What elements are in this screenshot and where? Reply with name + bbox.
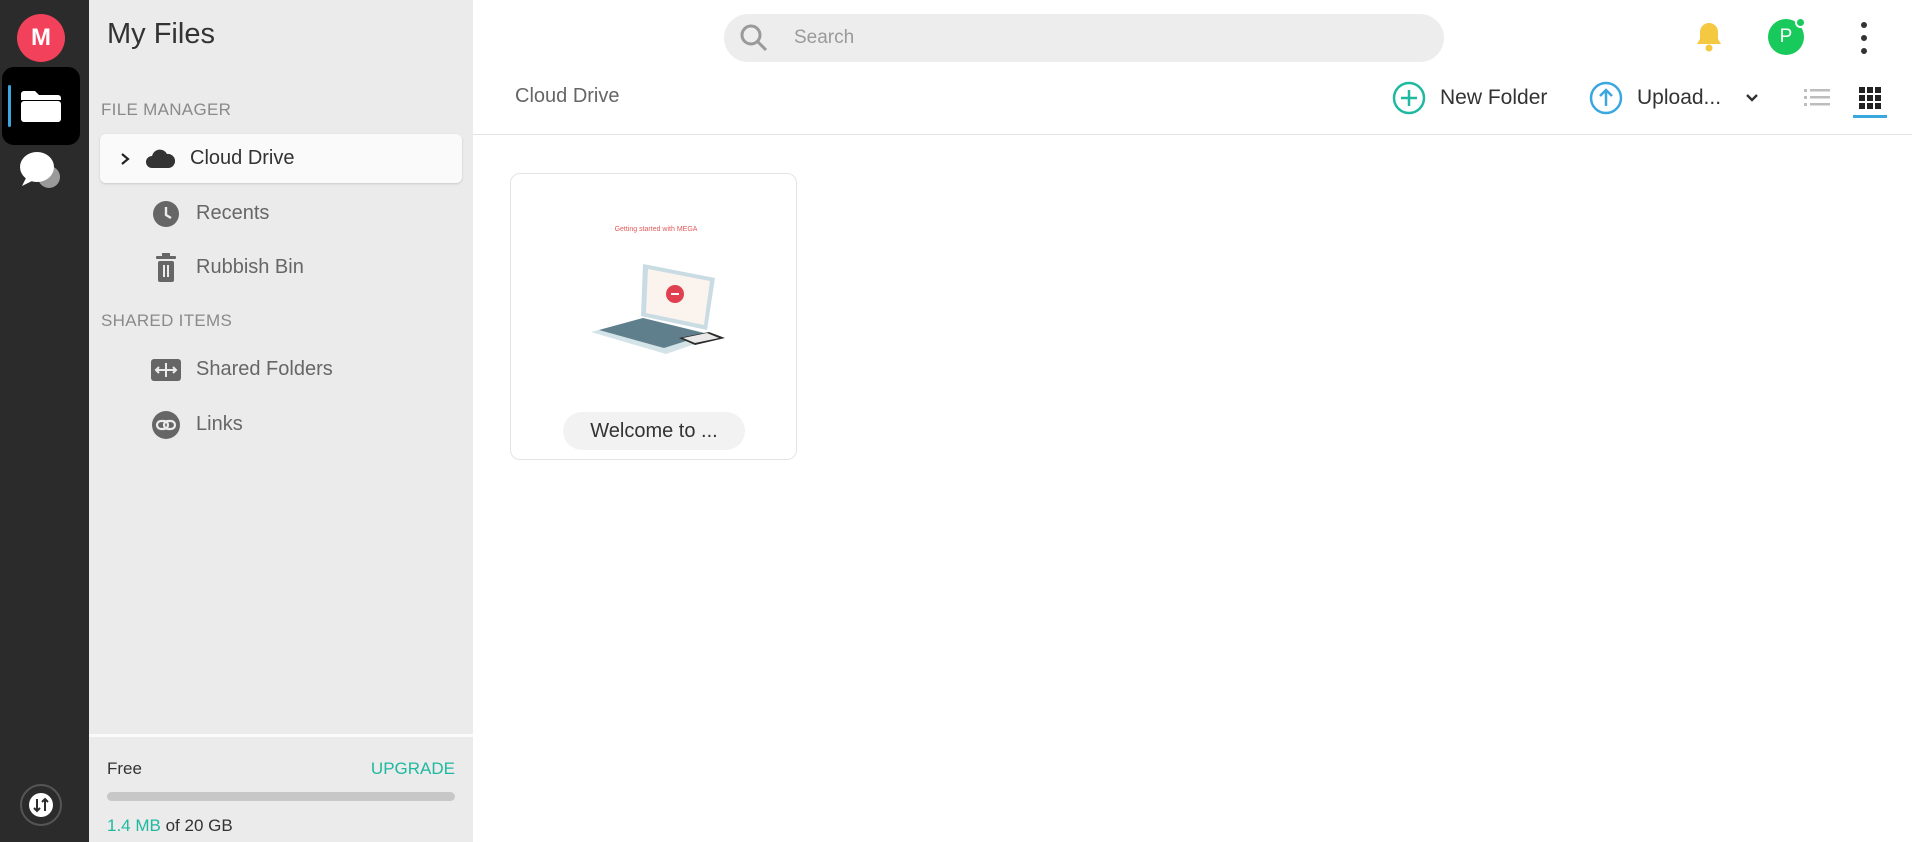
- rail-chat-button[interactable]: [2, 132, 80, 210]
- plus-circle-icon: [1392, 81, 1426, 115]
- new-folder-button[interactable]: New Folder: [1392, 80, 1547, 116]
- section-label-shared-items: SHARED ITEMS: [101, 311, 233, 330]
- storage-total: of 20 GB: [165, 816, 233, 835]
- storage-used: 1.4 MB: [107, 816, 161, 835]
- thumbnail-caption: Getting started with MEGA: [615, 226, 698, 233]
- avatar-letter: P: [1779, 26, 1793, 47]
- online-status-dot: [1795, 17, 1806, 28]
- logo-letter: M: [31, 24, 51, 51]
- mega-logo-icon[interactable]: M: [17, 14, 65, 62]
- toolbar-divider: [473, 134, 1912, 135]
- new-folder-label: New Folder: [1440, 86, 1548, 109]
- cloud-icon: [144, 143, 176, 175]
- sidebar-item-label: Cloud Drive: [190, 147, 295, 169]
- sidebar-item-rubbish-bin[interactable]: Rubbish Bin: [100, 243, 462, 292]
- transfers-button[interactable]: [20, 784, 62, 826]
- grid-view-button[interactable]: [1853, 80, 1887, 118]
- sidebar-item-shared-folders[interactable]: Shared Folders: [100, 345, 462, 394]
- storage-usage: 1.4 MB of 20 GB: [107, 816, 233, 836]
- chevron-down-icon[interactable]: [1745, 93, 1759, 103]
- more-menu-icon[interactable]: [1854, 22, 1874, 54]
- page-title: My Files: [107, 18, 215, 50]
- list-view-button[interactable]: [1800, 80, 1834, 116]
- list-view-icon: [1804, 89, 1830, 106]
- sidebar-item-recents[interactable]: Recents: [100, 189, 462, 238]
- chat-icon: [20, 152, 60, 188]
- section-label-file-manager: FILE MANAGER: [101, 100, 232, 119]
- file-thumbnail: Getting started with MEGA: [571, 222, 741, 372]
- folder-icon: [21, 91, 61, 122]
- storage-panel: Free UPGRADE 1.4 MB of 20 GB: [89, 734, 473, 842]
- upgrade-link[interactable]: UPGRADE: [371, 759, 455, 779]
- trash-icon: [150, 252, 182, 284]
- storage-progress-bar: [107, 792, 455, 801]
- chevron-right-icon[interactable]: [110, 152, 140, 166]
- sidebar-item-label: Rubbish Bin: [196, 256, 304, 278]
- upload-label: Upload...: [1637, 86, 1722, 109]
- file-name: Welcome to ...: [563, 412, 745, 450]
- sidebar-item-label: Links: [196, 413, 243, 435]
- notifications-bell-icon[interactable]: [1692, 19, 1726, 53]
- shared-folder-icon: [150, 354, 182, 386]
- search-icon: [738, 22, 770, 54]
- sidebar-item-links[interactable]: Links: [100, 400, 462, 449]
- plan-label: Free: [107, 759, 142, 778]
- upload-button[interactable]: Upload...: [1589, 80, 1759, 116]
- link-icon: [150, 409, 182, 441]
- sidebar-item-label: Shared Folders: [196, 358, 333, 380]
- sidebar-item-cloud-drive[interactable]: Cloud Drive: [100, 134, 462, 183]
- search-bar[interactable]: [724, 14, 1444, 62]
- search-input[interactable]: [794, 27, 1394, 49]
- breadcrumb[interactable]: Cloud Drive: [515, 85, 619, 108]
- file-card[interactable]: Getting started with MEGA Welcome to ...: [510, 173, 797, 460]
- grid-view-icon: [1859, 87, 1881, 109]
- avatar[interactable]: P: [1768, 17, 1806, 55]
- app-rail: M: [0, 0, 89, 842]
- transfer-icon: [29, 793, 53, 817]
- sidebar: My Files FILE MANAGER Cloud Drive Recent…: [89, 0, 473, 842]
- clock-icon: [150, 198, 182, 230]
- upload-arrow-icon: [1589, 81, 1623, 115]
- sidebar-item-label: Recents: [196, 202, 270, 224]
